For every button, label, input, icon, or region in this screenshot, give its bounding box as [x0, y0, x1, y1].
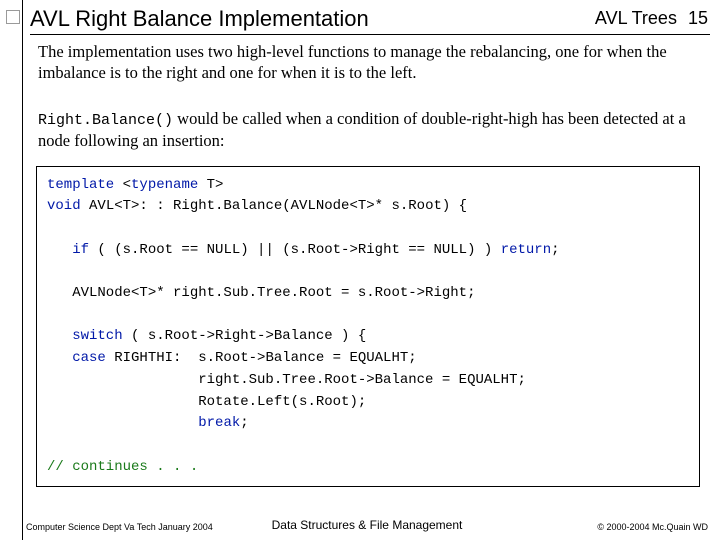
code-text: [47, 415, 198, 431]
slide-topic: AVL Trees: [595, 8, 677, 28]
code-kw-switch: switch: [47, 328, 123, 344]
code-listing: template <typename T> void AVL<T>: : Rig…: [36, 166, 700, 488]
header-rule: [30, 34, 710, 35]
code-text: RIGHTHI: s.Root->Balance = EQUALHT;: [106, 350, 417, 366]
code-kw-template: template: [47, 177, 114, 193]
slide-page-number: 15: [688, 8, 708, 29]
code-text: AVL<T>: : Right.Balance(AVLNode<T>* s.Ro…: [81, 198, 467, 214]
code-kw-void: void: [47, 198, 81, 214]
code-text: ( s.Root->Right->Balance ) {: [123, 328, 367, 344]
slide-footer: Computer Science Dept Va Tech January 20…: [22, 514, 712, 532]
slide-header: AVL Right Balance Implementation AVL Tre…: [30, 6, 708, 32]
code-text: Rotate.Left(s.Root);: [47, 394, 366, 410]
left-rule: [22, 0, 23, 540]
code-kw-break: break: [198, 415, 240, 431]
function-name: Right.Balance(): [38, 112, 173, 129]
code-comment-continues: // continues . . .: [47, 459, 198, 475]
code-kw-typename: typename: [131, 177, 198, 193]
code-text: right.Sub.Tree.Root->Balance = EQUALHT;: [47, 372, 526, 388]
code-kw-if: if: [47, 242, 89, 258]
slide-content: The implementation uses two high-level f…: [30, 40, 706, 508]
slide-topic-pagenum: AVL Trees 15: [595, 8, 708, 29]
code-text: ;: [551, 242, 559, 258]
footer-right: © 2000-2004 Mc.Quain WD: [597, 522, 708, 532]
lead-in-paragraph: Right.Balance() would be called when a c…: [38, 109, 706, 151]
code-text: AVLNode<T>* right.Sub.Tree.Root = s.Root…: [47, 285, 475, 301]
code-kw-case: case: [47, 350, 106, 366]
code-text: ( (s.Root == NULL) || (s.Root->Right == …: [89, 242, 501, 258]
code-text: ;: [240, 415, 248, 431]
code-kw-return: return: [501, 242, 551, 258]
left-margin-bar: [0, 0, 22, 540]
top-left-accent-box: [6, 10, 20, 24]
slide-title: AVL Right Balance Implementation: [30, 6, 369, 31]
intro-paragraph: The implementation uses two high-level f…: [38, 42, 706, 83]
code-text: <: [114, 177, 131, 193]
code-text: T>: [198, 177, 223, 193]
